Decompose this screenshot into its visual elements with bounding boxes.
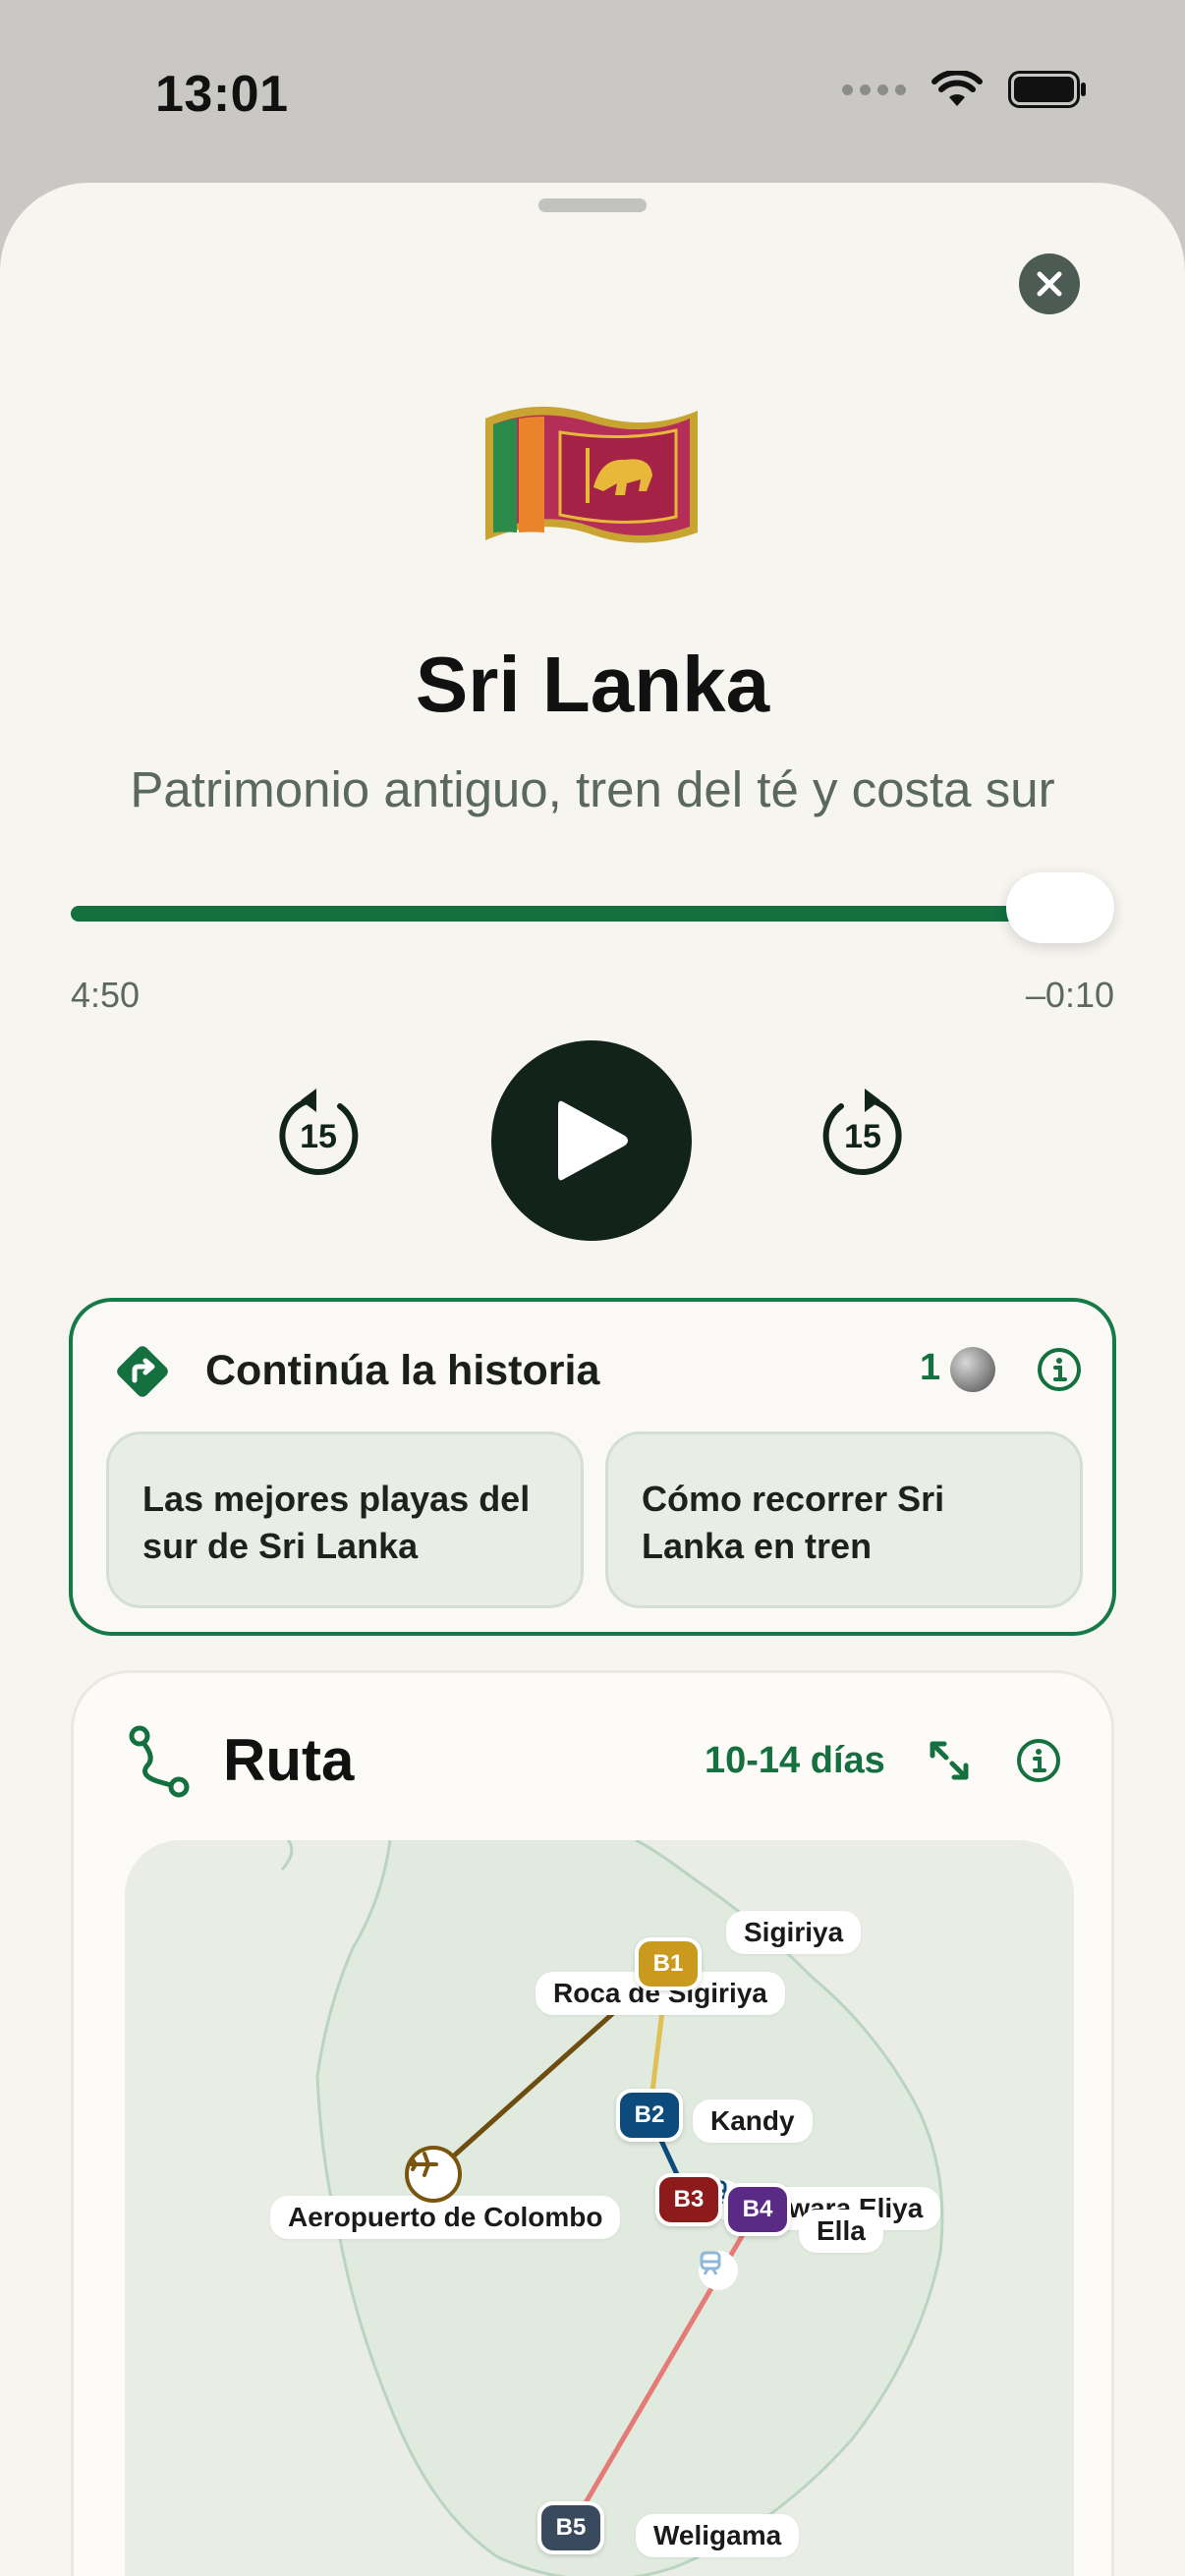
playback-progress-fill (71, 906, 1080, 922)
skip-forward-15-button[interactable]: 15 (816, 1087, 910, 1181)
stop-label-kandy: Kandy (693, 2100, 813, 2143)
playback-scrubber-thumb[interactable] (1006, 872, 1114, 943)
skip-forward-15-icon: 15 (822, 1089, 902, 1175)
skip-back-15-icon: 15 (279, 1089, 359, 1175)
credits-count: 1 (920, 1347, 941, 1388)
sri-lanka-flag-icon (485, 406, 698, 543)
route-duration: 10-14 días (705, 1740, 885, 1781)
continue-story-card: Continúa la historia 1 Las mejores playa… (69, 1298, 1116, 1636)
audio-guide-sheet: Sri Lanka Patrimonio antiguo, tren del t… (0, 183, 1185, 2576)
close-button[interactable] (1019, 253, 1080, 314)
playback-progress-slider[interactable] (71, 872, 1114, 943)
status-icons (842, 71, 1087, 108)
sheet-grabber[interactable] (538, 198, 647, 212)
stop-badge-b3[interactable]: B3 (655, 2173, 722, 2226)
skip-back-15-button[interactable]: 15 (271, 1087, 366, 1181)
route-icon (129, 1725, 190, 1798)
expand-icon[interactable] (925, 1736, 974, 1785)
battery-icon (1008, 71, 1086, 108)
route-map[interactable]: Sigiriya Roca de Sigiriya Kandy Nuwara E… (125, 1840, 1074, 2576)
stop-label-sigiriya: Sigiriya (726, 1911, 862, 1954)
status-time: 13:01 (155, 66, 289, 123)
wifi-icon (931, 71, 983, 106)
stop-badge-b1[interactable]: B1 (635, 1937, 702, 1990)
stop-label-weligama: Weligama (636, 2514, 800, 2557)
episode-subtitle: Patrimonio antiguo, tren del té y costa … (130, 761, 1055, 817)
story-suggestion-train[interactable]: Cómo recorrer Sri Lanka en tren (605, 1431, 1083, 1608)
stop-badge-b5[interactable]: B5 (537, 2501, 604, 2554)
cellular-signal-icon (842, 84, 906, 95)
play-icon (558, 1100, 628, 1181)
credit-coin-icon (950, 1347, 995, 1392)
elapsed-time: 4:50 (71, 975, 141, 1015)
info-icon[interactable] (1035, 1345, 1084, 1394)
airplane-icon[interactable] (405, 2146, 462, 2203)
play-button[interactable] (491, 1040, 692, 1241)
airport-label: Aeropuerto de Colombo (270, 2196, 621, 2239)
continue-story-title: Continúa la historia (205, 1347, 600, 1394)
stop-badge-b2[interactable]: B2 (616, 2089, 683, 2142)
close-icon (1037, 271, 1062, 297)
skip-back-seconds: 15 (300, 1118, 337, 1155)
directions-icon (117, 1346, 168, 1397)
remaining-time: –0:10 (1025, 975, 1114, 1015)
episode-title: Sri Lanka (415, 641, 770, 728)
skip-forward-seconds: 15 (844, 1118, 881, 1155)
story-suggestion-beaches[interactable]: Las mejores playas del sur de Sri Lanka (106, 1431, 584, 1608)
train-icon (699, 2251, 738, 2290)
stop-label-ella: Ella (799, 2210, 883, 2253)
info-icon[interactable] (1014, 1736, 1063, 1785)
stop-badge-b4[interactable]: B4 (724, 2183, 791, 2236)
route-title: Ruta (223, 1727, 355, 1793)
route-card: Ruta 10-14 días Sigiriya Roca de Sigiriy… (71, 1670, 1114, 2576)
